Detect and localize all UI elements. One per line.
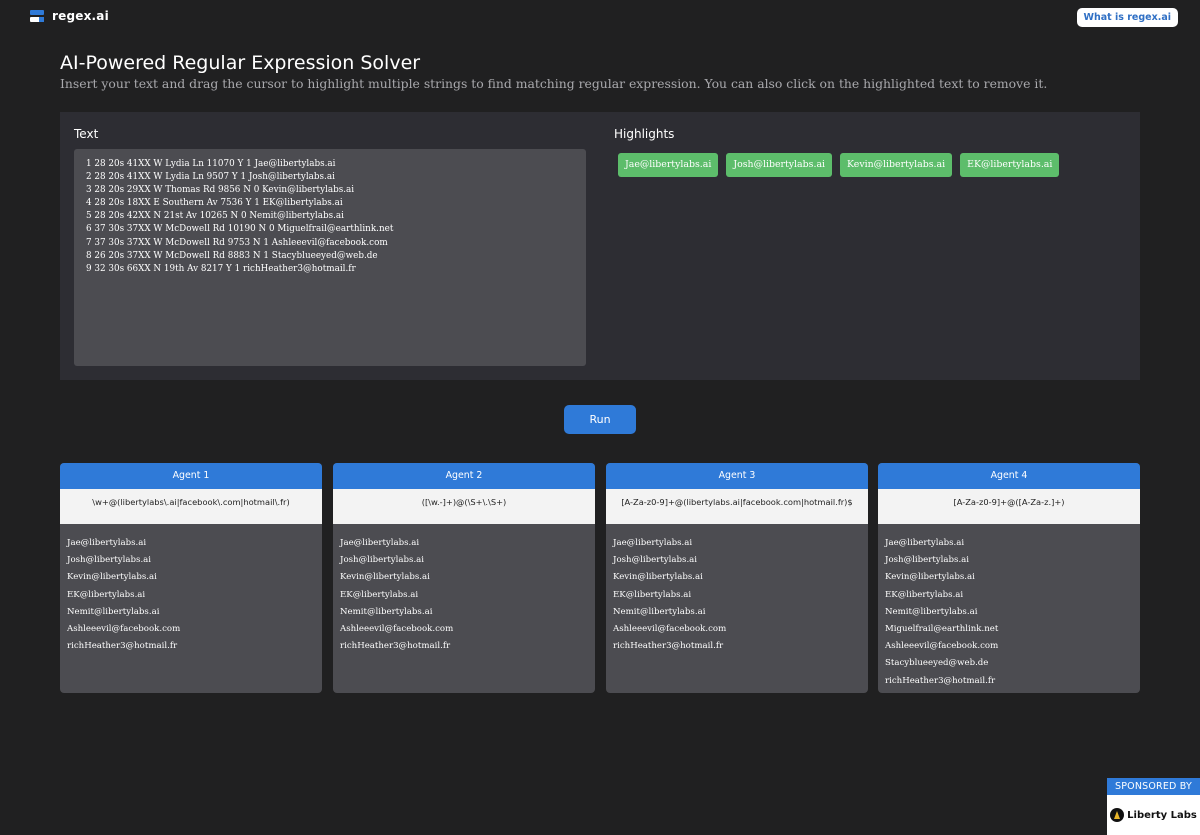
agent-title: Agent 1 <box>60 463 322 489</box>
text-line[interactable]: 1 28 20s 41XX W Lydia Ln 11070 Y 1 Jae@l… <box>86 158 574 171</box>
text-line[interactable]: 6 37 30s 37XX W McDowell Rd 10190 N 0 Mi… <box>86 223 574 236</box>
highlight-chip[interactable]: Jae@libertylabs.ai <box>618 153 719 177</box>
match-item: Kevin@libertylabs.ai <box>67 572 157 583</box>
match-item: Jae@libertylabs.ai <box>885 538 965 548</box>
text-line[interactable]: 3 28 20s 29XX W Thomas Rd 9856 N 0 Kevin… <box>86 184 574 197</box>
match-item: Miguelfrail@earthlink.net <box>885 624 999 635</box>
match-item: EK@libertylabs.ai <box>613 589 692 600</box>
highlight-chip[interactable]: EK@libertylabs.ai <box>960 153 1060 177</box>
match-item: richHeather3@hotmail.fr <box>340 641 451 652</box>
match-item: EK@libertylabs.ai <box>340 589 419 600</box>
text-line[interactable]: 5 28 20s 42XX N 21st Av 10265 N 0 Nemit@… <box>86 210 574 223</box>
agent-regex: \w+@(libertylabs\.ai|facebook\.com|hotma… <box>60 489 322 524</box>
text-line[interactable]: 8 26 20s 37XX W McDowell Rd 8883 N 1 Sta… <box>86 250 574 263</box>
match-item: Josh@libertylabs.ai <box>885 555 970 566</box>
match-item: Kevin@libertylabs.ai <box>885 572 975 583</box>
agent-match-list: Jae@libertylabs.ai Josh@libertylabs.ai K… <box>60 524 322 655</box>
agent-card-2: Agent 2 ([\w.-]+)@(\S+\.\S+) Jae@liberty… <box>333 463 595 693</box>
logo[interactable]: regex.ai <box>30 9 109 23</box>
match-item: Stacyblueeyed@web.de <box>885 658 989 669</box>
text-line[interactable]: 4 28 20s 18XX E Southern Av 7536 Y 1 EK@… <box>86 197 574 210</box>
match-item: EK@libertylabs.ai <box>885 589 964 600</box>
highlights-label: Highlights <box>614 127 675 141</box>
match-item: Nemit@libertylabs.ai <box>67 606 160 617</box>
agent-match-list: Jae@libertylabs.ai Josh@libertylabs.ai K… <box>606 524 868 655</box>
agent-match-list: Jae@libertylabs.ai Josh@libertylabs.ai K… <box>878 524 1140 690</box>
agent-card-4: Agent 4 [A-Za-z0-9]+@([A-Za-z.]+) Jae@li… <box>878 463 1140 693</box>
agent-title: Agent 4 <box>878 463 1140 489</box>
match-item: Nemit@libertylabs.ai <box>340 606 433 617</box>
agent-regex: [A-Za-z0-9]+@(libertylabs.ai|facebook.co… <box>606 489 868 524</box>
top-bar: regex.ai What is regex.ai <box>0 0 1200 36</box>
match-item: EK@libertylabs.ai <box>67 589 146 600</box>
sponsor-label: SPONSORED BY <box>1107 778 1200 795</box>
match-item: Jae@libertylabs.ai <box>67 538 147 548</box>
match-item: Josh@libertylabs.ai <box>340 555 425 566</box>
match-item: richHeather3@hotmail.fr <box>885 675 996 686</box>
highlight-chip[interactable]: Josh@libertylabs.ai <box>726 153 833 177</box>
sponsor-company: Liberty Labs <box>1127 809 1197 821</box>
match-item: Ashleeevil@facebook.com <box>613 624 727 635</box>
highlight-chip[interactable]: Kevin@libertylabs.ai <box>840 153 953 177</box>
liberty-labs-icon <box>1110 808 1125 822</box>
text-line[interactable]: 9 32 30s 66XX N 19th Av 8217 Y 1 richHea… <box>86 263 574 276</box>
input-panel: Text 1 28 20s 41XX W Lydia Ln 11070 Y 1 … <box>60 112 1140 380</box>
match-item: Ashleeevil@facebook.com <box>885 641 999 652</box>
match-item: Nemit@libertylabs.ai <box>613 606 706 617</box>
match-item: Ashleeevil@facebook.com <box>67 624 181 635</box>
match-item: Josh@libertylabs.ai <box>67 555 152 566</box>
match-item: Ashleeevil@facebook.com <box>340 624 454 635</box>
logo-icon <box>30 9 44 23</box>
run-button[interactable]: Run <box>564 405 636 434</box>
match-item: richHeather3@hotmail.fr <box>613 641 724 652</box>
match-item: Josh@libertylabs.ai <box>613 555 698 566</box>
text-label: Text <box>74 127 99 141</box>
what-is-button[interactable]: What is regex.ai <box>1076 8 1178 27</box>
agent-card-1: Agent 1 \w+@(libertylabs\.ai|facebook\.c… <box>60 463 322 693</box>
match-item: richHeather3@hotmail.fr <box>67 641 178 652</box>
agent-regex: [A-Za-z0-9]+@([A-Za-z.]+) <box>878 489 1140 524</box>
highlight-chips: Jae@libertylabs.ai Josh@libertylabs.ai K… <box>618 153 1060 177</box>
match-item: Kevin@libertylabs.ai <box>340 572 430 583</box>
page-title: AI-Powered Regular Expression Solver <box>60 52 421 74</box>
match-item: Nemit@libertylabs.ai <box>885 606 978 617</box>
page-subtitle: Insert your text and drag the cursor to … <box>60 76 1048 91</box>
agent-regex: ([\w.-]+)@(\S+\.\S+) <box>333 489 595 524</box>
agent-title: Agent 2 <box>333 463 595 489</box>
logo-text: regex.ai <box>52 9 109 23</box>
match-item: Jae@libertylabs.ai <box>613 538 693 548</box>
agent-title: Agent 3 <box>606 463 868 489</box>
text-input-area[interactable]: 1 28 20s 41XX W Lydia Ln 11070 Y 1 Jae@l… <box>74 149 586 366</box>
match-item: Kevin@libertylabs.ai <box>613 572 703 583</box>
match-item: Jae@libertylabs.ai <box>340 538 420 548</box>
agent-match-list: Jae@libertylabs.ai Josh@libertylabs.ai K… <box>333 524 595 655</box>
text-line[interactable]: 7 37 30s 37XX W McDowell Rd 9753 N 1 Ash… <box>86 237 574 250</box>
text-line[interactable]: 2 28 20s 41XX W Lydia Ln 9507 Y 1 Josh@l… <box>86 171 574 184</box>
sponsor-badge[interactable]: SPONSORED BY Liberty Labs <box>1107 778 1200 835</box>
agent-card-3: Agent 3 [A-Za-z0-9]+@(libertylabs.ai|fac… <box>606 463 868 693</box>
sponsor-logo: Liberty Labs <box>1107 795 1200 835</box>
